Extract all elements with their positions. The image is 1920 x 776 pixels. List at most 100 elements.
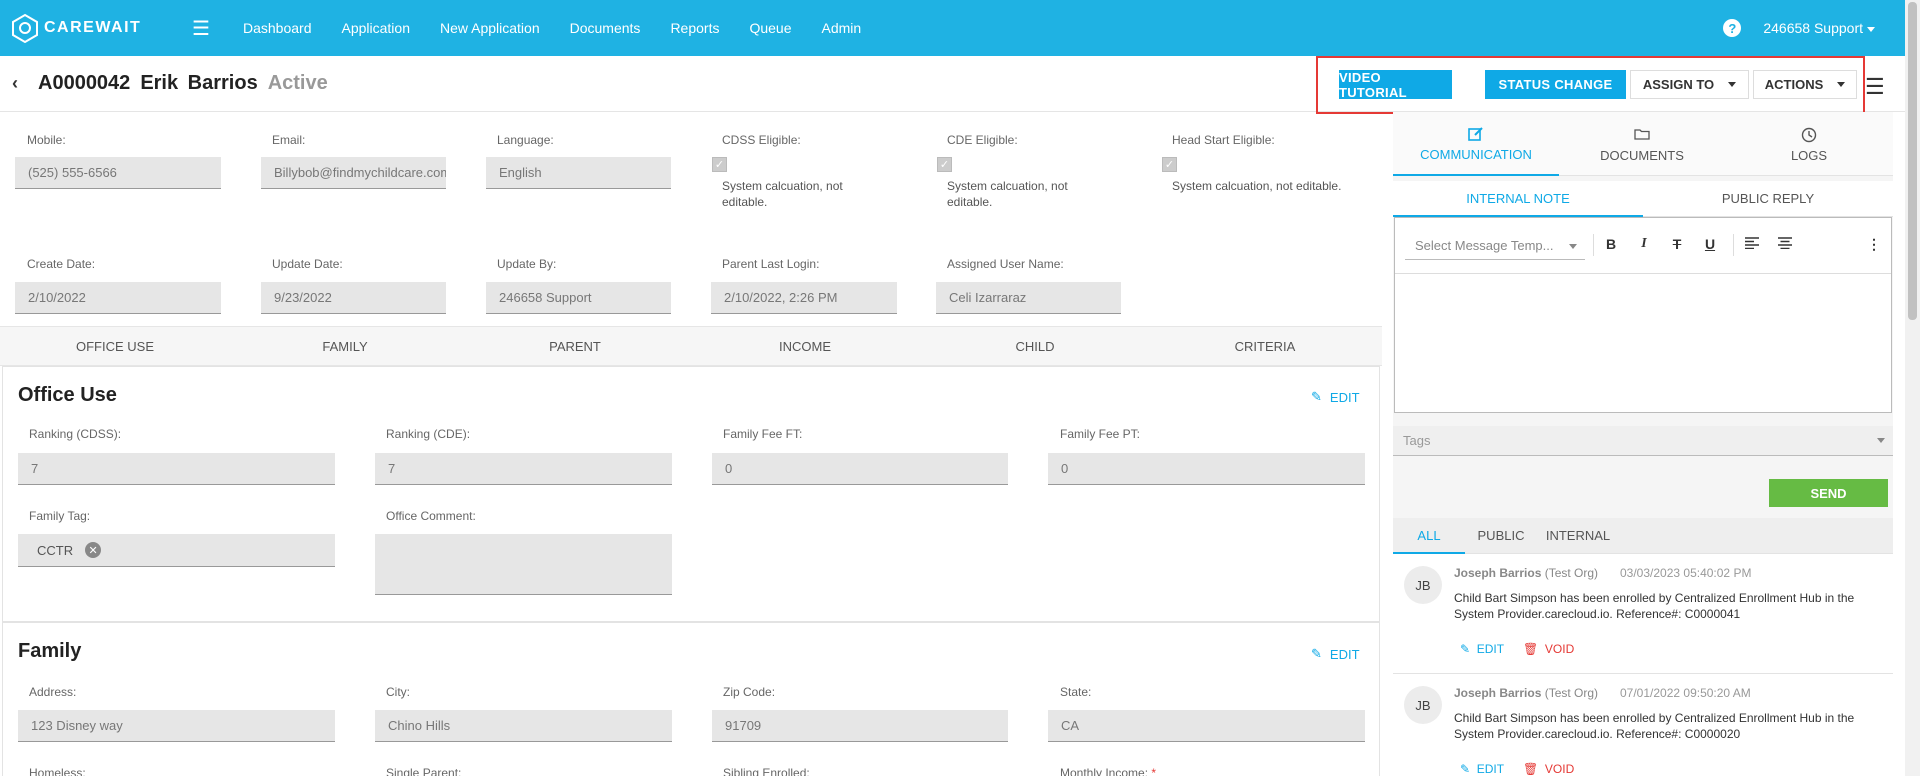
caret-down-icon [1877,438,1885,443]
nav-dashboard[interactable]: Dashboard [243,20,312,36]
nav-documents[interactable]: Documents [570,20,641,36]
more-vertical-icon[interactable]: ⋮ [1864,236,1884,253]
user-menu[interactable]: 246658 Support [1763,20,1875,36]
message-author: Joseph Barrios (Test Org) [1454,566,1598,580]
update-date-label: Update Date: [272,257,343,271]
toolbar-divider [1733,234,1734,256]
nav-application[interactable]: Application [342,20,411,36]
message-editor[interactable]: Select Message Temp... B I T U ⋮ [1394,217,1892,413]
message-void-button[interactable]: 🗑 VOID [1523,762,1574,776]
ranking-cde-field[interactable]: 7 [375,453,672,485]
panel-tabs: COMMUNICATION DOCUMENTS LOGS [1393,112,1893,176]
update-by-label: Update By: [497,257,557,271]
filter-all[interactable]: ALL [1393,518,1465,554]
trash-icon: 🗑 [1523,762,1539,776]
tab-parent[interactable]: PARENT [460,327,690,367]
email-field[interactable]: Billybob@findmychildcare.com [261,157,446,189]
ranking-cdss-label: Ranking (CDSS): [29,427,122,441]
filter-public[interactable]: PUBLIC [1465,518,1537,554]
scrollbar-thumb[interactable] [1908,2,1917,320]
pencil-icon: ✎ [1311,646,1322,661]
city-field[interactable]: Chino Hills [375,710,672,742]
nav-admin[interactable]: Admin [822,20,862,36]
create-date-label: Create Date: [27,257,96,271]
edit-label: EDIT [1329,389,1360,405]
back-chevron-icon[interactable]: ‹ [12,73,32,94]
message-template-select[interactable]: Select Message Temp... [1405,232,1585,260]
page-scrollbar[interactable] [1905,0,1920,776]
language-field[interactable]: English [486,157,671,189]
edit-label: EDIT [1476,642,1505,656]
pencil-icon: ✎ [1460,762,1471,776]
message-body: Child Bart Simpson has been enrolled by … [1454,711,1855,741]
underline-icon[interactable]: U [1700,236,1720,252]
message-void-button[interactable]: 🗑 VOID [1523,642,1574,656]
brand-name: CAREWAIT [44,19,142,36]
tab-office-use[interactable]: OFFICE USE [0,327,230,367]
office-comment-field[interactable] [375,534,672,595]
status-change-button[interactable]: STATUS CHANGE [1485,70,1626,99]
tags-select[interactable]: Tags [1393,426,1893,456]
tab-internal-note[interactable]: INTERNAL NOTE [1393,181,1643,217]
more-menu-icon[interactable]: ☰ [1865,74,1885,100]
brand-logo[interactable]: CAREWAIT [10,13,160,44]
message-item: JB Joseph Barrios (Test Org) 07/01/2022 … [1393,674,1893,776]
message-edit-button[interactable]: ✎ EDIT [1460,642,1504,656]
nav-queue[interactable]: Queue [749,20,791,36]
chip-label: CCTR [37,542,74,558]
tab-family[interactable]: FAMILY [230,327,460,367]
remove-chip-icon[interactable]: ✕ [85,542,102,558]
nav-new-application[interactable]: New Application [440,20,540,36]
filter-internal[interactable]: INTERNAL [1537,518,1619,554]
family-fee-ft-field[interactable]: 0 [712,453,1008,485]
tab-communication[interactable]: COMMUNICATION [1393,112,1559,176]
avatar: JB [1404,686,1442,724]
align-center-icon[interactable] [1775,236,1795,252]
headstart-eligible-checkbox: ✓ [1162,157,1177,172]
message-edit-button[interactable]: ✎ EDIT [1460,762,1504,776]
assign-to-button[interactable]: ASSIGN TO [1630,70,1749,99]
send-button[interactable]: SEND [1769,479,1888,507]
parent-last-login-label: Parent Last Login: [722,257,820,271]
tab-income[interactable]: INCOME [690,327,920,367]
assigned-user-field[interactable]: Celi Izarraraz [936,282,1121,314]
ranking-cdss-field[interactable]: 7 [18,453,335,485]
nav-menu-toggle-icon[interactable]: ☰ [192,16,216,41]
tab-documents[interactable]: DOCUMENTS [1559,112,1725,176]
family-fee-pt-field[interactable]: 0 [1048,453,1365,485]
video-tutorial-button[interactable]: VIDEO TUTORIAL [1339,70,1452,100]
office-use-edit-button[interactable]: ✎ EDIT [1311,389,1360,405]
address-field[interactable]: 123 Disney way [18,710,335,742]
edit-label: EDIT [1329,646,1360,662]
nav-reports[interactable]: Reports [670,20,719,36]
mobile-field[interactable]: (525) 555-6566 [15,157,221,189]
tab-logs[interactable]: LOGS [1726,112,1892,176]
toolbar-divider [1593,234,1594,256]
update-date-field[interactable]: 9/23/2022 [261,282,446,314]
align-left-icon[interactable] [1742,236,1762,252]
headstart-eligible-label: Head Start Eligible: [1172,133,1275,147]
bold-icon[interactable]: B [1601,236,1621,252]
office-use-title: Office Use [18,384,117,406]
section-tabs: OFFICE USE FAMILY PARENT INCOME CHILD CR… [0,326,1382,366]
tab-public-reply[interactable]: PUBLIC REPLY [1643,181,1893,217]
family-edit-button[interactable]: ✎ EDIT [1311,646,1360,662]
message-filter-tabs: ALL PUBLIC INTERNAL [1393,518,1893,554]
template-placeholder: Select Message Temp... [1415,238,1554,253]
actions-button[interactable]: ACTIONS [1753,70,1857,99]
italic-icon[interactable]: I [1634,236,1654,252]
help-icon[interactable]: ? [1723,19,1742,37]
update-by-field[interactable]: 246658 Support [486,282,671,314]
create-date-field[interactable]: 2/10/2022 [15,282,221,314]
tab-child[interactable]: CHILD [920,327,1150,367]
state-field[interactable]: CA [1048,710,1365,742]
nav-links: Dashboard Application New Application Do… [228,20,876,36]
user-name: 246658 Support [1763,20,1863,36]
parent-last-login-field[interactable]: 2/10/2022, 2:26 PM [711,282,897,314]
top-navbar: CAREWAIT ☰ Dashboard Application New App… [0,0,1905,56]
zip-code-field[interactable]: 91709 [712,710,1008,742]
strikethrough-icon[interactable]: T [1667,236,1687,252]
void-label: VOID [1544,642,1575,656]
author-org: (Test Org) [1544,686,1599,700]
tab-criteria[interactable]: CRITERIA [1150,327,1380,367]
